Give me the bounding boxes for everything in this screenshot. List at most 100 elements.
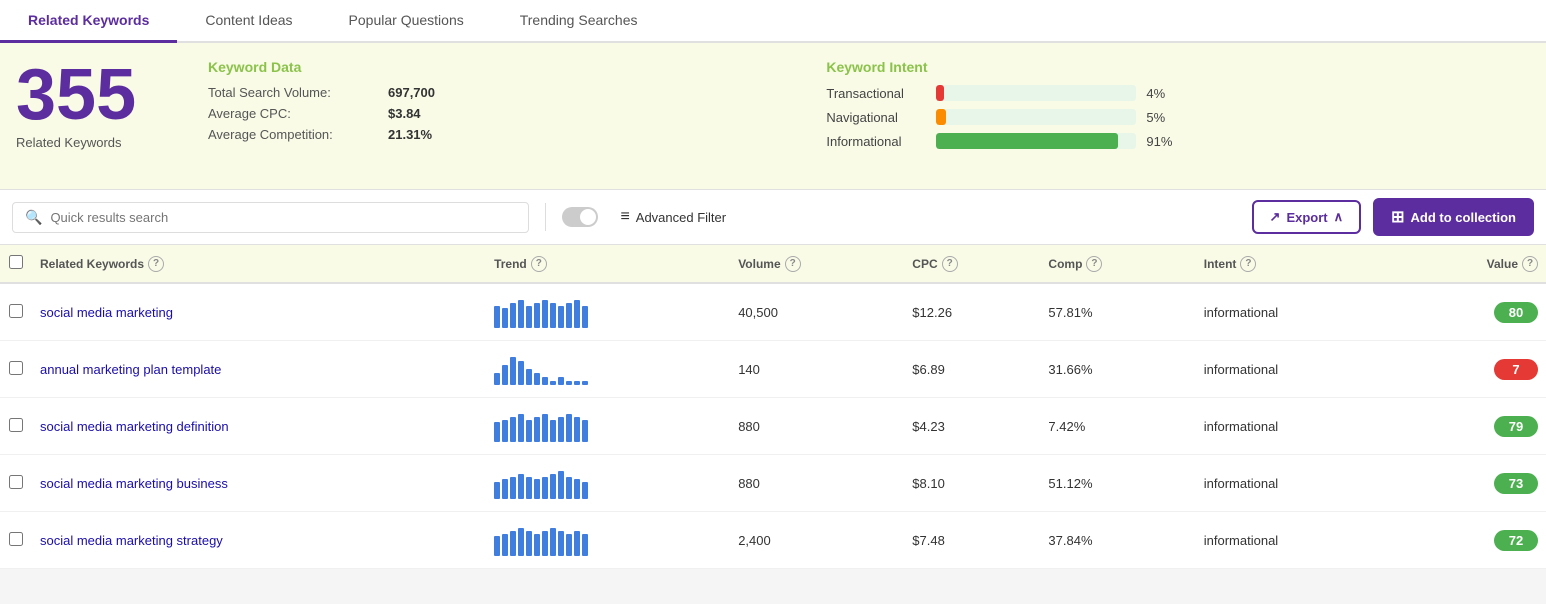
intent-bar-container-2: [936, 133, 1136, 149]
add-collection-label: Add to collection: [1411, 210, 1516, 225]
row-comp-0: 57.81%: [1040, 283, 1195, 341]
results-table-wrap: Related Keywords ? Trend ? Volume ?: [0, 245, 1546, 569]
keyword-name-4[interactable]: social media marketing strategy: [40, 533, 223, 548]
row-cpc-3: $8.10: [904, 455, 1040, 512]
export-icon: ↗: [1270, 209, 1281, 225]
trend-bar-3-10: [574, 479, 580, 499]
keyword-name-3[interactable]: social media marketing business: [40, 476, 228, 491]
row-comp-2: 7.42%: [1040, 398, 1195, 455]
keyword-name-0[interactable]: social media marketing: [40, 305, 173, 320]
value-badge-1: 7: [1494, 359, 1538, 380]
trend-bar-0-8: [558, 306, 564, 328]
trend-bar-3-3: [518, 474, 524, 499]
value-badge-2: 79: [1494, 416, 1538, 437]
header-trend-info-icon[interactable]: ?: [531, 256, 547, 272]
trend-bar-2-0: [494, 422, 500, 442]
row-keyword-2[interactable]: social media marketing definition: [32, 398, 486, 455]
trend-bar-3-4: [526, 477, 532, 499]
toggle-wrap[interactable]: [562, 207, 598, 227]
trend-bar-0-11: [582, 306, 588, 328]
intent-pct-0: 4%: [1146, 86, 1182, 101]
header-keyword: Related Keywords ?: [32, 245, 486, 283]
avg-cpc-row: Average CPC: $3.84: [208, 106, 794, 121]
row-keyword-4[interactable]: social media marketing strategy: [32, 512, 486, 569]
row-checkbox-0[interactable]: [9, 304, 23, 318]
row-checkbox-1[interactable]: [9, 361, 23, 375]
header-intent-info-icon[interactable]: ?: [1240, 256, 1256, 272]
row-checkbox-cell-4: [0, 512, 32, 569]
keywords-count-block: 355 Related Keywords: [16, 59, 176, 157]
trend-bars-2: [494, 410, 722, 442]
row-keyword-0[interactable]: social media marketing: [32, 283, 486, 341]
row-value-4: 72: [1396, 512, 1546, 569]
trend-bars-1: [494, 353, 722, 385]
header-intent-label: Intent: [1204, 257, 1237, 271]
header-trend: Trend ?: [486, 245, 730, 283]
header-keyword-label: Related Keywords: [40, 257, 144, 271]
search-box[interactable]: 🔍: [12, 202, 529, 233]
trend-bar-4-6: [542, 531, 548, 556]
table-row: social media marketing definition880$4.2…: [0, 398, 1546, 455]
row-value-1: 7: [1396, 341, 1546, 398]
header-volume-label: Volume: [738, 257, 780, 271]
trend-bar-4-4: [526, 531, 532, 556]
tab-content-ideas[interactable]: Content Ideas: [177, 0, 320, 43]
trend-bar-4-0: [494, 536, 500, 556]
row-volume-0: 40,500: [730, 283, 904, 341]
row-checkbox-3[interactable]: [9, 475, 23, 489]
header-cpc: CPC ?: [904, 245, 1040, 283]
row-intent-1: informational: [1196, 341, 1397, 398]
search-input[interactable]: [50, 210, 516, 225]
trend-bar-1-10: [574, 381, 580, 385]
row-keyword-3[interactable]: social media marketing business: [32, 455, 486, 512]
trend-bar-0-3: [518, 300, 524, 328]
toolbar: 🔍 ≡ Advanced Filter ↗ Export ∧ ⊞ Add to …: [0, 189, 1546, 245]
keyword-name-2[interactable]: social media marketing definition: [40, 419, 229, 434]
table-header-row: Related Keywords ? Trend ? Volume ?: [0, 245, 1546, 283]
add-to-collection-button[interactable]: ⊞ Add to collection: [1373, 198, 1534, 236]
trend-bar-3-0: [494, 482, 500, 499]
row-value-2: 79: [1396, 398, 1546, 455]
keyword-name-1[interactable]: annual marketing plan template: [40, 362, 221, 377]
row-cpc-1: $6.89: [904, 341, 1040, 398]
intent-label-2: Informational: [826, 134, 926, 149]
intent-pct-2: 91%: [1146, 134, 1182, 149]
export-button[interactable]: ↗ Export ∧: [1252, 200, 1362, 234]
row-volume-3: 880: [730, 455, 904, 512]
header-checkbox-cell[interactable]: [0, 245, 32, 283]
header-comp-info-icon[interactable]: ?: [1086, 256, 1102, 272]
header-value-info-icon[interactable]: ?: [1522, 256, 1538, 272]
row-checkbox-4[interactable]: [9, 532, 23, 546]
trend-bar-2-11: [582, 420, 588, 442]
trend-bar-1-0: [494, 373, 500, 385]
trend-bar-1-4: [526, 369, 532, 385]
row-checkbox-cell-0: [0, 283, 32, 341]
table-row: social media marketing strategy2,400$7.4…: [0, 512, 1546, 569]
trend-bar-1-8: [558, 377, 564, 385]
tab-related-keywords[interactable]: Related Keywords: [0, 0, 177, 43]
row-checkbox-2[interactable]: [9, 418, 23, 432]
select-all-checkbox[interactable]: [9, 255, 23, 269]
toggle-switch[interactable]: [562, 207, 598, 227]
advanced-filter-button[interactable]: ≡ Advanced Filter: [610, 202, 736, 232]
header-cpc-info-icon[interactable]: ?: [942, 256, 958, 272]
row-value-3: 73: [1396, 455, 1546, 512]
intent-bar-container-0: [936, 85, 1136, 101]
search-icon: 🔍: [25, 209, 42, 226]
row-comp-3: 51.12%: [1040, 455, 1195, 512]
trend-bar-0-1: [502, 308, 508, 328]
trend-bar-0-5: [534, 303, 540, 328]
trend-bar-3-9: [566, 477, 572, 499]
total-search-volume-value: 697,700: [388, 85, 435, 100]
trend-bar-1-5: [534, 373, 540, 385]
tab-popular-questions[interactable]: Popular Questions: [321, 0, 492, 43]
row-keyword-1[interactable]: annual marketing plan template: [32, 341, 486, 398]
header-trend-label: Trend: [494, 257, 527, 271]
row-intent-0: informational: [1196, 283, 1397, 341]
header-volume-info-icon[interactable]: ?: [785, 256, 801, 272]
tab-trending-searches[interactable]: Trending Searches: [492, 0, 666, 43]
table-body: social media marketing40,500$12.2657.81%…: [0, 283, 1546, 569]
row-trend-3: [486, 455, 730, 512]
header-keyword-info-icon[interactable]: ?: [148, 256, 164, 272]
row-value-0: 80: [1396, 283, 1546, 341]
